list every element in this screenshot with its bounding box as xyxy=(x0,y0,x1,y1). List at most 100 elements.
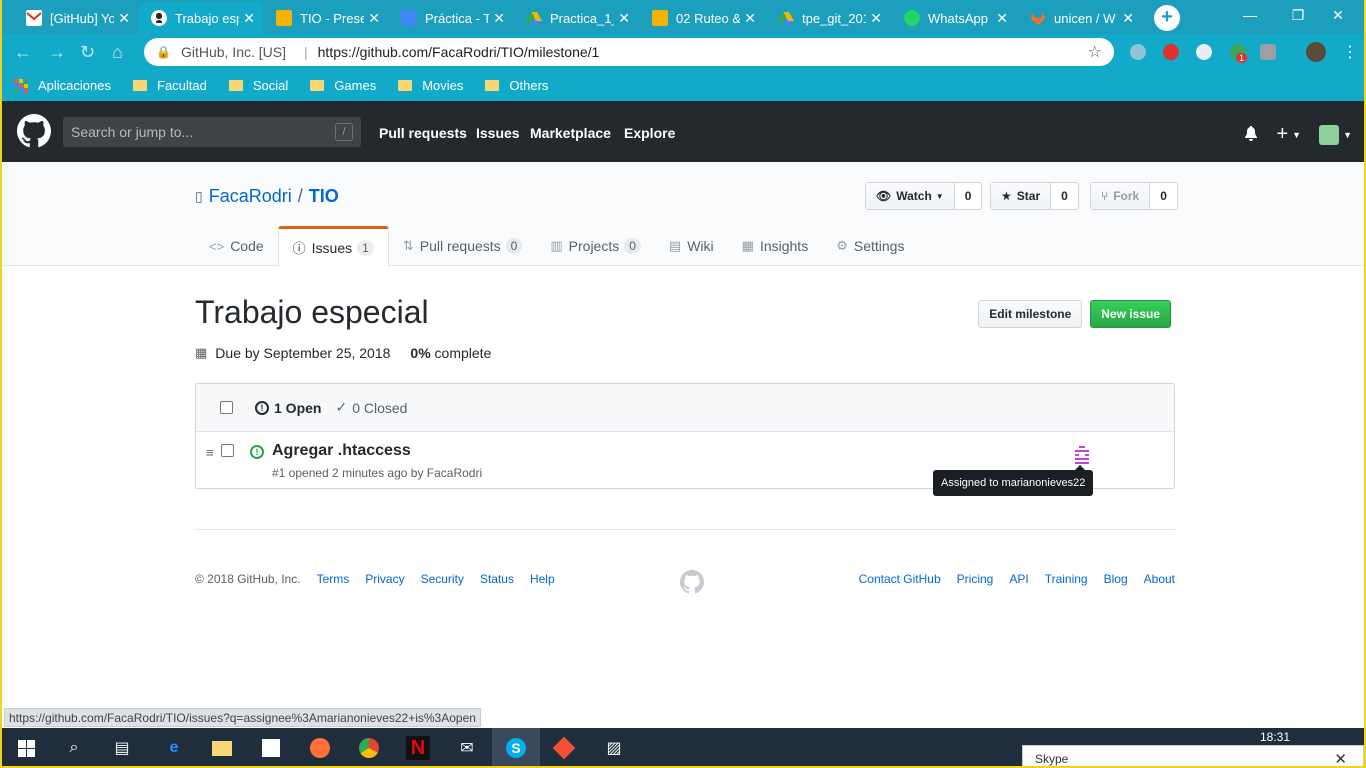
opera-extension-icon[interactable] xyxy=(1163,44,1179,60)
bookmark-folder-movies[interactable]: Movies xyxy=(398,78,463,93)
footer-link-about[interactable]: About xyxy=(1144,572,1175,586)
close-tab-icon[interactable]: ✕ xyxy=(618,10,630,27)
repo-name-link[interactable]: TIO xyxy=(309,186,339,207)
nav-issues[interactable]: Issues xyxy=(476,125,520,141)
issue-checkbox[interactable] xyxy=(221,444,234,457)
address-bar[interactable]: 🔒 GitHub, Inc. [US] | https://github.com… xyxy=(144,38,1114,66)
footer-link-training[interactable]: Training xyxy=(1045,572,1088,586)
amazon-extension-icon[interactable] xyxy=(1260,44,1276,60)
ghost-extension-icon[interactable] xyxy=(1196,44,1212,60)
issue-title-link[interactable]: Agregar .htaccess xyxy=(272,442,411,460)
close-tab-icon[interactable]: ✕ xyxy=(368,10,380,27)
minimize-button[interactable]: — xyxy=(1228,4,1272,28)
forward-icon[interactable]: → xyxy=(48,42,66,62)
bookmark-folder-facultad[interactable]: Facultad xyxy=(133,78,207,93)
git-icon[interactable] xyxy=(552,736,576,760)
close-tab-icon[interactable]: ✕ xyxy=(118,10,130,27)
task-view-icon[interactable]: ▤ xyxy=(110,736,134,760)
close-tab-icon[interactable]: ✕ xyxy=(744,10,756,27)
tab-projects[interactable]: ▥ Projects 0 xyxy=(536,226,655,266)
footer-link-api[interactable]: API xyxy=(1009,572,1028,586)
star-count[interactable]: 0 xyxy=(1051,183,1078,209)
menu-dots-icon[interactable]: ⋮ xyxy=(1342,42,1358,62)
assignee-avatar[interactable] xyxy=(1073,446,1091,464)
close-window-button[interactable]: ✕ xyxy=(1316,4,1360,28)
repo-owner-link[interactable]: FacaRodri xyxy=(209,186,292,207)
watch-count[interactable]: 0 xyxy=(955,183,982,209)
footer-link-contact[interactable]: Contact GitHub xyxy=(859,572,941,586)
create-new-icon[interactable]: + xyxy=(1276,123,1288,146)
tab-wiki[interactable]: ▤ Wiki xyxy=(655,226,728,266)
close-tab-icon[interactable]: ✕ xyxy=(1122,10,1134,27)
maximize-button[interactable]: ❐ xyxy=(1276,4,1320,28)
tab-pull-requests[interactable]: ⇅ Pull requests 0 xyxy=(389,226,537,266)
close-tab-icon[interactable]: ✕ xyxy=(870,10,882,27)
nav-explore[interactable]: Explore xyxy=(624,125,675,141)
watch-button[interactable]: 👁 Watch ▼ xyxy=(866,183,955,209)
home-icon[interactable]: ⌂ xyxy=(112,42,123,62)
nav-marketplace[interactable]: Marketplace xyxy=(530,125,611,141)
browser-tab[interactable]: 02 Ruteo & ✕ xyxy=(640,2,764,34)
fork-button[interactable]: ⑂ Fork xyxy=(1091,183,1151,209)
tab-settings[interactable]: ⚙ Settings xyxy=(822,226,918,266)
close-notification-icon[interactable]: ✕ xyxy=(1334,750,1347,766)
open-filter[interactable]: ! 1 Open xyxy=(255,400,321,416)
footer-link-terms[interactable]: Terms xyxy=(317,572,350,586)
new-tab-button[interactable]: + xyxy=(1154,5,1180,31)
profile-avatar-icon[interactable] xyxy=(1306,42,1326,62)
browser-tab[interactable]: Practica_1_ ✕ xyxy=(514,2,638,34)
bookmark-star-icon[interactable]: ☆ xyxy=(1088,42,1102,62)
footer-link-status[interactable]: Status xyxy=(480,572,514,586)
download-extension-icon[interactable] xyxy=(1130,44,1146,60)
footer-link-security[interactable]: Security xyxy=(421,572,464,586)
github-logo-icon[interactable] xyxy=(17,114,51,148)
closed-filter[interactable]: ✓ 0 Closed xyxy=(335,399,407,416)
close-tab-icon[interactable]: ✕ xyxy=(996,10,1008,27)
footer-link-blog[interactable]: Blog xyxy=(1104,572,1128,586)
tab-issues[interactable]: ⓘ Issues 1 xyxy=(277,226,389,267)
browser-tab[interactable]: tpe_git_201 ✕ xyxy=(766,2,890,34)
github-mark-icon[interactable] xyxy=(680,570,704,594)
bookmark-folder-others[interactable]: Others xyxy=(485,78,548,93)
start-icon[interactable] xyxy=(14,736,38,760)
bookmark-folder-games[interactable]: Games xyxy=(310,78,376,93)
github-search-input[interactable]: Search or jump to... / xyxy=(63,117,361,147)
star-button[interactable]: ★ Star xyxy=(991,183,1052,209)
browser-tab[interactable]: Práctica - T ✕ xyxy=(389,2,513,34)
skype-notification[interactable]: Skype ✕ xyxy=(1022,745,1364,766)
select-all-checkbox[interactable] xyxy=(220,401,233,414)
notification-bell-icon[interactable] xyxy=(1244,125,1258,144)
browser-tab[interactable]: unicen / W ✕ xyxy=(1018,2,1142,34)
nav-pull-requests[interactable]: Pull requests xyxy=(379,125,467,141)
file-explorer-icon[interactable] xyxy=(210,736,234,760)
drag-handle-icon[interactable]: ≡ xyxy=(206,445,214,460)
browser-tab[interactable]: WhatsApp ✕ xyxy=(892,2,1016,34)
photos-icon[interactable]: ▨ xyxy=(602,736,626,760)
taskbar-clock[interactable]: 18:31 xyxy=(1260,730,1290,744)
chevron-down-icon[interactable]: ▼ xyxy=(1292,130,1301,140)
fork-count[interactable]: 0 xyxy=(1150,183,1177,209)
new-issue-button[interactable]: New issue xyxy=(1090,300,1171,328)
user-avatar[interactable] xyxy=(1319,124,1340,145)
chevron-down-icon[interactable]: ▼ xyxy=(1343,130,1352,140)
firefox-icon[interactable] xyxy=(308,736,332,760)
search-icon[interactable]: ⌕ xyxy=(62,736,86,760)
edge-icon[interactable]: e xyxy=(162,736,186,760)
mail-icon[interactable]: ✉ xyxy=(455,736,479,760)
bookmark-folder-social[interactable]: Social xyxy=(228,78,288,93)
footer-link-pricing[interactable]: Pricing xyxy=(957,572,994,586)
browser-tab[interactable]: [GitHub] Yo ✕ xyxy=(14,2,138,34)
edit-milestone-button[interactable]: Edit milestone xyxy=(978,300,1083,328)
bookmark-apps[interactable]: Aplicaciones xyxy=(14,78,111,93)
close-tab-icon[interactable]: ✕ xyxy=(243,10,255,27)
tab-insights[interactable]: ▦ Insights xyxy=(728,226,823,266)
tab-code[interactable]: <> Code xyxy=(195,226,278,266)
chrome-icon[interactable] xyxy=(357,736,381,760)
footer-link-help[interactable]: Help xyxy=(530,572,555,586)
reload-icon[interactable]: ↻ xyxy=(80,42,95,62)
back-icon[interactable]: ← xyxy=(14,42,32,62)
close-tab-icon[interactable]: ✕ xyxy=(493,10,505,27)
store-icon[interactable] xyxy=(259,736,283,760)
browser-tab-active[interactable]: Trabajo esp ✕ xyxy=(139,2,263,34)
footer-link-privacy[interactable]: Privacy xyxy=(365,572,404,586)
